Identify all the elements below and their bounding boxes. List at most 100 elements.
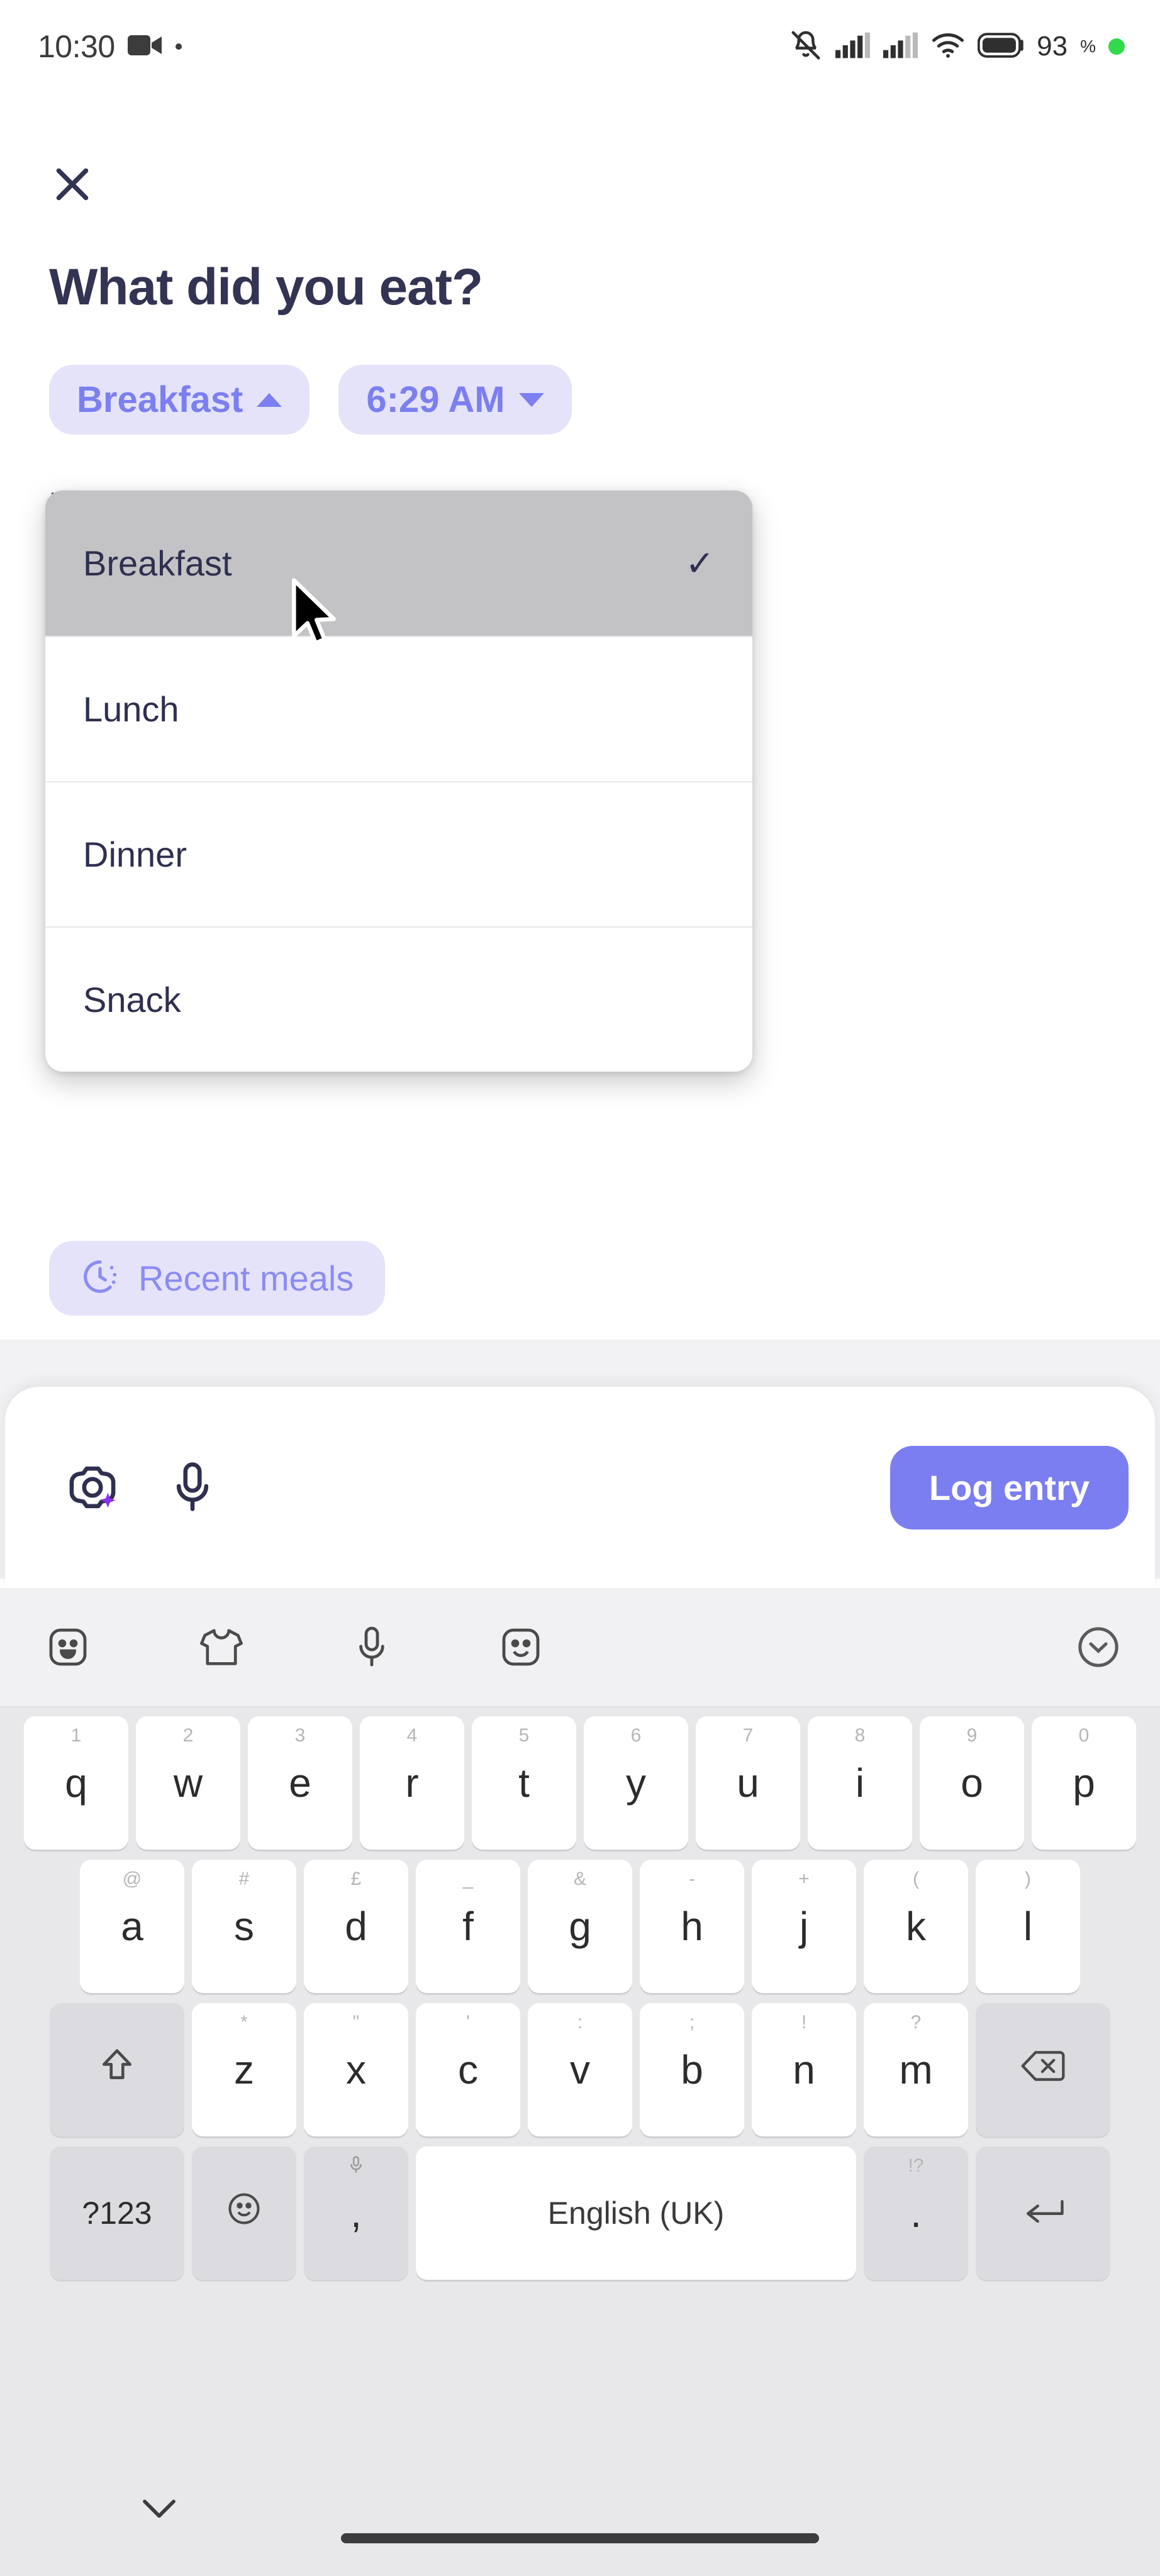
key-f[interactable]: _ f (416, 1860, 520, 1993)
meal-time-chip[interactable]: 6:29 AM (338, 365, 572, 435)
meal-type-dropdown: Breakfast ✓ Lunch Dinner Snack (45, 491, 752, 1072)
key-label: s (234, 1904, 254, 1949)
battery-percent-unit: % (1080, 36, 1096, 56)
backspace-key[interactable] (976, 2003, 1110, 2136)
key-g[interactable]: & g (528, 1860, 632, 1993)
keyboard-row-1: 1q 2w 3e 4r 5t 6y 7u 8i 9o 0p (5, 1716, 1155, 1850)
key-label: v (570, 2047, 590, 2092)
symbols-key[interactable]: ?123 (50, 2146, 184, 2280)
green-status-dot (1108, 38, 1125, 55)
key-t[interactable]: 5t (472, 1716, 576, 1850)
microphone-icon[interactable] (169, 1460, 216, 1514)
key-hint: : (577, 2012, 583, 2033)
system-navigation-bar (0, 2453, 1160, 2576)
shift-arrow-icon (98, 2046, 137, 2094)
key-label: n (793, 2047, 815, 2092)
key-label: h (681, 1904, 703, 1949)
meal-time-chip-label: 6:29 AM (366, 379, 505, 420)
key-hint: ? (910, 2012, 922, 2033)
key-hint-microphone-icon (304, 2155, 408, 2179)
key-a[interactable]: @ a (80, 1860, 184, 1993)
status-bar: 10:30 93 % (0, 0, 1160, 93)
key-l[interactable]: ) l (976, 1860, 1080, 1993)
smiley-icon[interactable] (498, 1624, 544, 1670)
bell-off-icon (789, 28, 823, 65)
period-key[interactable]: !? . (864, 2146, 968, 2280)
key-b[interactable]: ; b (640, 2003, 744, 2136)
key-m[interactable]: ? m (864, 2003, 968, 2136)
key-w[interactable]: 2w (136, 1716, 240, 1850)
key-hint: ) (1025, 1868, 1031, 1889)
close-button[interactable] (45, 158, 99, 213)
key-label: r (405, 1760, 419, 1806)
key-label: d (345, 1904, 367, 1949)
entry-meta-chips: Breakfast 6:29 AM (49, 365, 572, 435)
enter-key[interactable] (976, 2146, 1110, 2280)
key-p[interactable]: 0p (1032, 1716, 1136, 1850)
camera-ai-scan-icon[interactable] (65, 1460, 120, 1514)
key-hint: 0 (1078, 1725, 1090, 1746)
key-h[interactable]: -h (640, 1860, 744, 1993)
key-label: b (681, 2047, 703, 2092)
key-label: t (518, 1760, 530, 1806)
emoji-key[interactable] (192, 2146, 296, 2280)
key-v[interactable]: :v (528, 2003, 632, 2136)
spacebar[interactable]: English (UK) (416, 2146, 856, 2280)
dropdown-item-dinner[interactable]: Dinner (45, 781, 752, 926)
key-e[interactable]: 3e (248, 1716, 352, 1850)
key-label: f (462, 1904, 474, 1949)
smiley-icon (225, 2190, 263, 2237)
meal-type-chip[interactable]: Breakfast (49, 365, 310, 435)
key-i[interactable]: 8i (808, 1716, 912, 1850)
entry-input-bar: Log entry (5, 1387, 1155, 1588)
dropdown-item-label: Breakfast (83, 543, 232, 583)
key-d[interactable]: £ d (304, 1860, 408, 1993)
keyboard-toolbar-icons (45, 1624, 544, 1670)
comma-key[interactable]: , (304, 2146, 408, 2280)
key-hint: 8 (854, 1725, 866, 1746)
key-j[interactable]: + j (752, 1860, 856, 1993)
key-x[interactable]: " x (304, 2003, 408, 2136)
signal-bars-icon (883, 31, 918, 62)
key-r[interactable]: 4r (360, 1716, 464, 1850)
key-z[interactable]: * z (192, 2003, 296, 2136)
key-c[interactable]: ' c (416, 2003, 520, 2136)
key-label: g (569, 1904, 591, 1949)
recent-meals-label: Recent meals (138, 1258, 354, 1298)
key-q[interactable]: 1q (24, 1716, 128, 1850)
dropdown-item-label: Snack (83, 980, 181, 1019)
tshirt-icon[interactable] (198, 1624, 245, 1670)
battery-icon (977, 32, 1024, 62)
microphone-icon[interactable] (352, 1624, 391, 1670)
key-o[interactable]: 9o (920, 1716, 1024, 1850)
key-y[interactable]: 6y (584, 1716, 688, 1850)
dropdown-item-snack[interactable]: Snack (45, 926, 752, 1072)
keyboard-rows: 1q 2w 3e 4r 5t 6y 7u 8i 9o 0p @ a # s £ d _… (0, 1707, 1160, 2280)
backspace-icon (1021, 2046, 1065, 2093)
dropdown-item-lunch[interactable]: Lunch (45, 636, 752, 781)
history-clock-icon (81, 1257, 120, 1299)
key-u[interactable]: 7u (696, 1716, 800, 1850)
key-hint: " (352, 2012, 360, 2033)
key-label: p (1073, 1760, 1095, 1806)
shift-key[interactable] (50, 2003, 184, 2136)
key-hint: 1 (70, 1725, 82, 1746)
caret-up-icon (257, 392, 282, 407)
key-label: w (173, 1760, 203, 1806)
hide-keyboard-chevron-down-icon[interactable] (137, 2494, 181, 2526)
dropdown-item-breakfast[interactable]: Breakfast ✓ (45, 491, 752, 636)
key-hint: - (689, 1868, 695, 1889)
keyboard-row-3: * z " x ' c :v ; b ! n ? m (5, 2003, 1155, 2136)
key-k[interactable]: (k (864, 1860, 968, 1993)
key-hint: + (798, 1868, 810, 1889)
sticker-face-icon[interactable] (45, 1624, 91, 1670)
chevron-down-circle-icon[interactable] (1074, 1623, 1122, 1671)
home-pill-indicator[interactable] (341, 2533, 819, 2543)
key-label: m (899, 2047, 933, 2092)
recent-meals-chip[interactable]: Recent meals (49, 1241, 386, 1316)
keyboard-row-2: @ a # s £ d _ f & g -h + j (k ) l (5, 1860, 1155, 1993)
log-entry-button[interactable]: Log entry (890, 1445, 1129, 1530)
status-bar-left: 10:30 (38, 28, 182, 65)
key-n[interactable]: ! n (752, 2003, 856, 2136)
key-s[interactable]: # s (192, 1860, 296, 1993)
